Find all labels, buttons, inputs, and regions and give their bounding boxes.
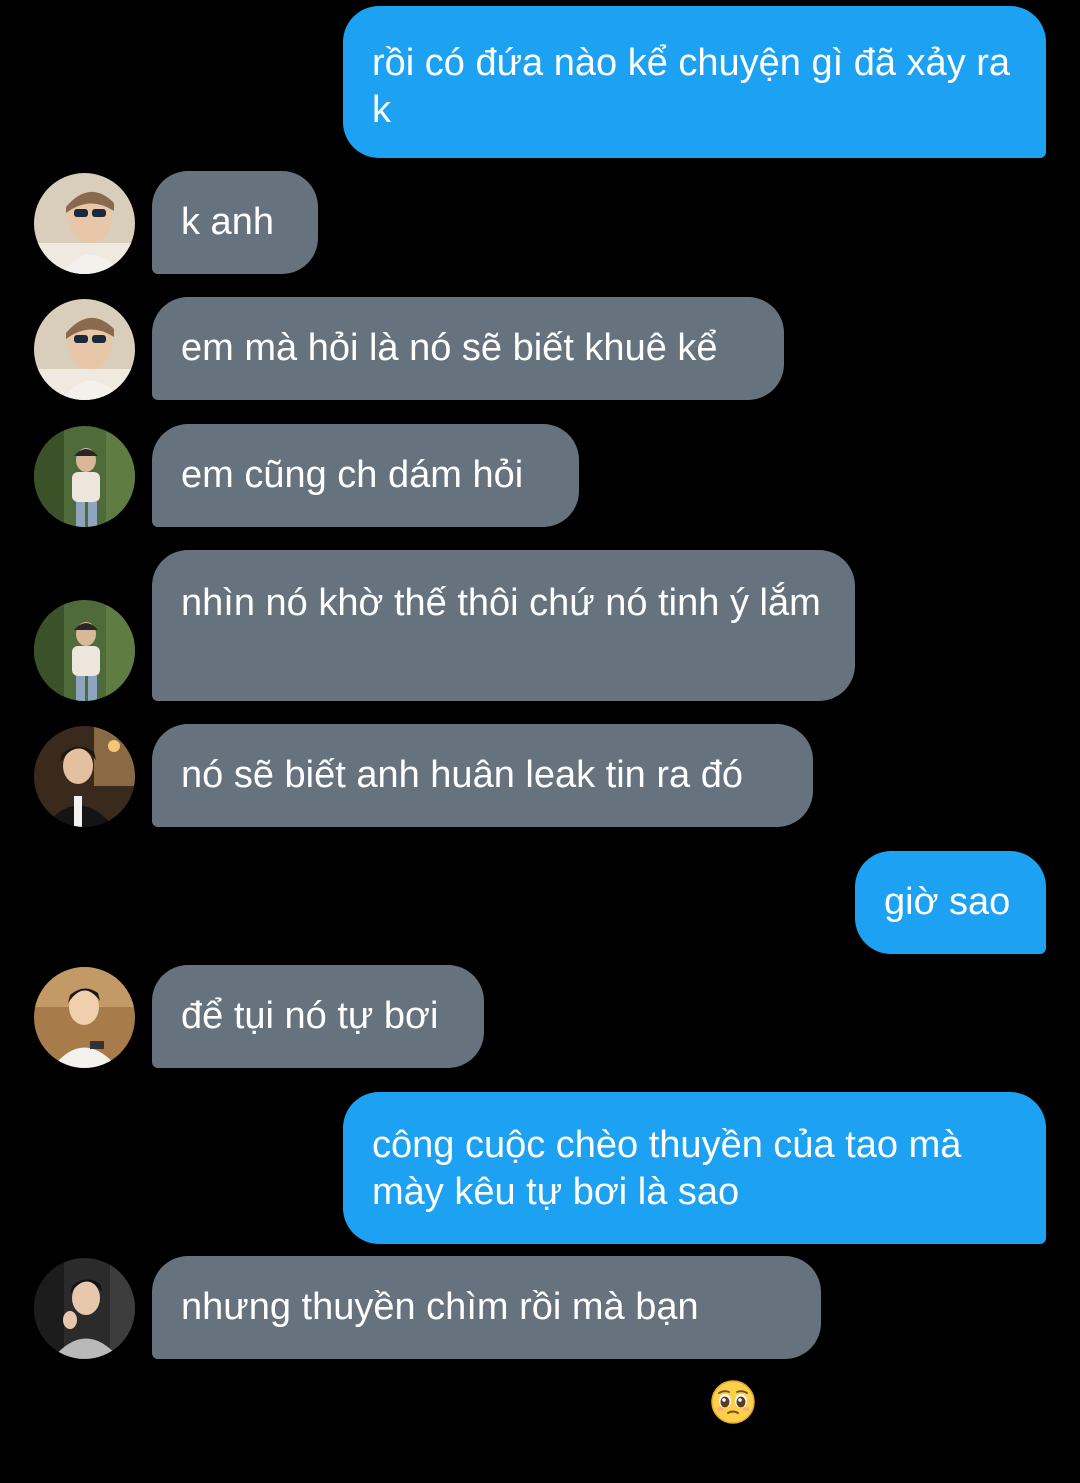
message-bubble-outgoing[interactable]: rồi có đứa nào kể chuyện gì đã xảy ra k bbox=[343, 6, 1046, 158]
avatar[interactable] bbox=[34, 173, 135, 274]
avatar[interactable] bbox=[34, 299, 135, 400]
avatar[interactable] bbox=[34, 426, 135, 527]
message-bubble-incoming[interactable]: em cũng ch dám hỏi bbox=[152, 424, 579, 527]
message-bubble-incoming[interactable]: k anh bbox=[152, 171, 318, 274]
avatar[interactable] bbox=[34, 726, 135, 827]
message-bubble-incoming[interactable]: em mà hỏi là nó sẽ biết khuê kể bbox=[152, 297, 784, 400]
message-text: rồi có đứa nào kể chuyện gì đã xảy ra k bbox=[372, 42, 1021, 131]
message-text: công cuộc chèo thuyền của tao mà mày kêu… bbox=[372, 1124, 972, 1213]
message-text: để tụi nó tự bơi bbox=[181, 995, 439, 1037]
pleading-face-icon bbox=[710, 1286, 755, 1424]
message-bubble-incoming[interactable]: để tụi nó tự bơi bbox=[152, 965, 484, 1068]
message-bubble-outgoing[interactable]: công cuộc chèo thuyền của tao mà mày kêu… bbox=[343, 1092, 1046, 1244]
avatar[interactable] bbox=[34, 1258, 135, 1359]
message-text: em cũng ch dám hỏi bbox=[181, 454, 524, 496]
message-text: nhìn nó khờ thế thôi chứ nó tinh ý lắm bbox=[181, 582, 821, 624]
message-text: nhưng thuyền chìm rồi mà bạn bbox=[181, 1286, 699, 1328]
message-text: em mà hỏi là nó sẽ biết khuê kể bbox=[181, 327, 718, 369]
chat-thread: rồi có đứa nào kể chuyện gì đã xảy ra k … bbox=[0, 0, 1080, 1424]
message-text: nó sẽ biết anh huân leak tin ra đó bbox=[181, 754, 743, 796]
message-bubble-outgoing[interactable]: giờ sao bbox=[855, 851, 1046, 954]
message-bubble-incoming[interactable]: nhìn nó khờ thế thôi chứ nó tinh ý lắm bbox=[152, 550, 855, 701]
message-bubble-incoming[interactable]: nhưng thuyền chìm rồi mà bạn bbox=[152, 1256, 821, 1424]
message-text: giờ sao bbox=[884, 881, 1011, 923]
avatar[interactable] bbox=[34, 967, 135, 1068]
message-bubble-incoming[interactable]: nó sẽ biết anh huân leak tin ra đó bbox=[152, 724, 813, 827]
message-text: k anh bbox=[181, 201, 274, 243]
avatar[interactable] bbox=[34, 600, 135, 701]
